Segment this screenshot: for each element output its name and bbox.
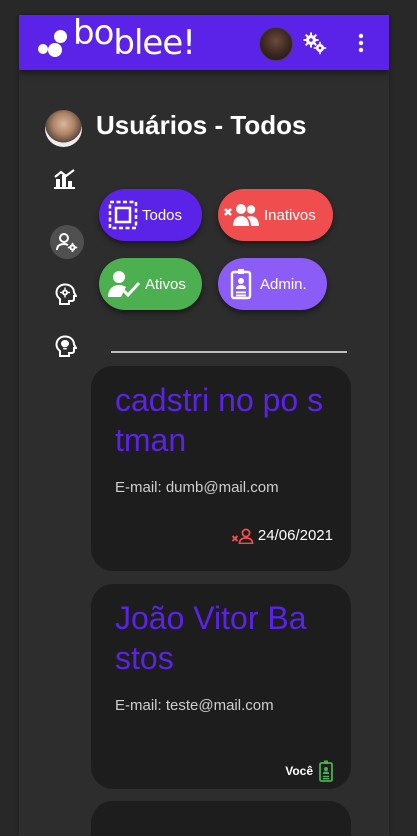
- user-check-icon: [108, 271, 141, 298]
- top-app-bar: boblee!: [19, 15, 389, 70]
- profile-avatar[interactable]: [45, 110, 82, 147]
- user-name: João Vitor Ba stos: [115, 600, 307, 676]
- logo-dots-icon: [38, 29, 68, 59]
- filter-active-label: Ativos: [145, 275, 186, 293]
- user-card[interactable]: João Vitor Ba stos E-mail: teste@mail.co…: [91, 584, 351, 789]
- user-card[interactable]: cadstri no po stman E-mail: dumb@mail.co…: [91, 366, 351, 571]
- badge-icon: [230, 269, 252, 300]
- user-email: E-mail: dumb@mail.com: [115, 479, 279, 496]
- app-logo[interactable]: boblee!: [38, 15, 196, 65]
- users-x-icon: [224, 204, 259, 226]
- user-role: Você: [285, 760, 333, 782]
- filter-admin-label: Admin.: [260, 275, 307, 293]
- user-date: 24/06/2021: [257, 527, 333, 544]
- manage-users-icon[interactable]: [50, 225, 84, 259]
- filter-admin-button[interactable]: Admin.: [218, 258, 327, 310]
- user-status: 24/06/2021: [231, 527, 333, 544]
- logo-text-part-2: bl: [113, 23, 143, 63]
- head-gear-icon[interactable]: [49, 277, 83, 311]
- user-email: E-mail: teste@mail.com: [115, 697, 274, 714]
- gears-icon[interactable]: [303, 31, 327, 55]
- more-vert-icon[interactable]: [358, 33, 364, 53]
- filter-all-button[interactable]: Todos: [99, 189, 202, 241]
- dashboard-chart-icon[interactable]: [48, 162, 82, 196]
- logo-text-part-1: bo: [73, 15, 114, 53]
- user-avatar[interactable]: [259, 27, 293, 61]
- app-shell: boblee! Usuários - Todos Todos Inativos …: [19, 15, 389, 836]
- select-all-icon: [108, 200, 138, 230]
- head-idea-icon[interactable]: [49, 329, 83, 363]
- user-x-icon: [231, 528, 254, 544]
- user-name: cadstri no po stman: [115, 382, 324, 458]
- filter-active-button[interactable]: Ativos: [99, 258, 202, 310]
- user-card[interactable]: [91, 801, 351, 836]
- filter-all-label: Todos: [142, 206, 183, 224]
- filter-inactive-label: Inativos: [264, 206, 316, 224]
- logo-text: boblee!: [73, 15, 196, 63]
- logo-text-part-3: ee!: [142, 23, 195, 63]
- filter-inactive-button[interactable]: Inativos: [218, 189, 333, 241]
- section-divider: [111, 351, 347, 353]
- badge-icon: [319, 760, 333, 782]
- user-you-label: Você: [285, 764, 313, 778]
- page-title: Usuários - Todos: [96, 110, 307, 140]
